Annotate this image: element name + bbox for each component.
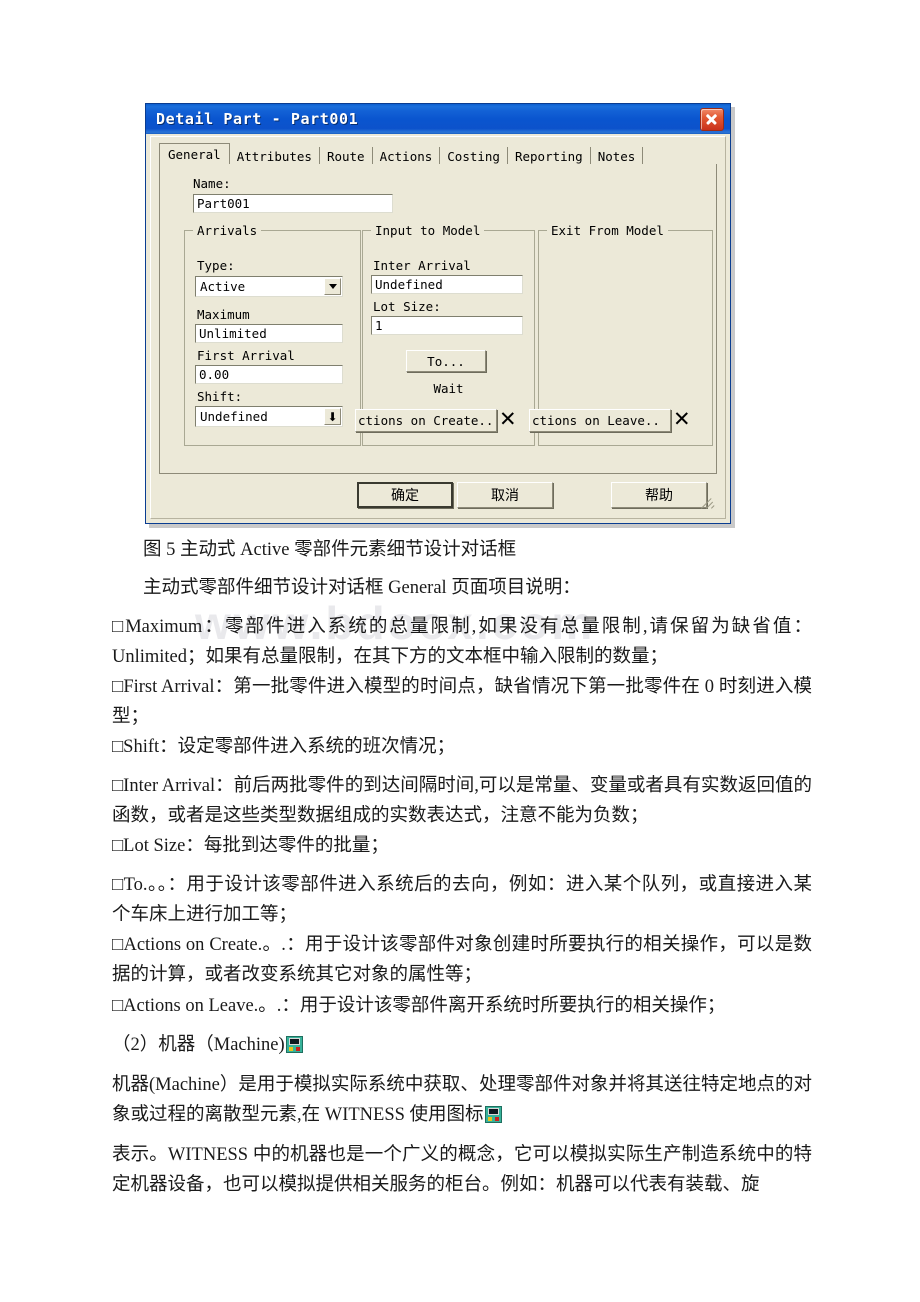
machine-icon [285, 1036, 303, 1053]
close-icon[interactable] [700, 107, 724, 131]
input-to-model-group-title: Input to Model [371, 223, 485, 238]
machine-description-part1: 机器(Machine）是用于模拟实际系统中获取、处理零部件对象并将其送往特定地点… [112, 1070, 812, 1130]
shift-dropdown[interactable]: Undefined ⬇ [195, 406, 343, 427]
item-shift: □Shift：设定零部件进入系统的班次情况； [112, 737, 456, 757]
wait-label: Wait [433, 381, 464, 396]
dialog-title: Detail Part - Part001 [156, 110, 359, 128]
dialog-body: General Attributes Route Actions Costing… [150, 136, 726, 519]
item-actions-on-leave: □Actions on Leave.。.：用于设计该零部件离开系统时所要执行的相… [112, 996, 726, 1016]
section-intro: 主动式零部件细节设计对话框 General 页面项目说明： [143, 578, 581, 598]
name-input[interactable]: Part001 [193, 194, 393, 213]
item-first-arrival: □First Arrival：第一批零件进入模型的时间点，缺省情况下第一批零件在… [112, 677, 812, 727]
resize-grip[interactable] [701, 495, 715, 509]
detail-part-dialog: Detail Part - Part001 General Attributes… [145, 103, 731, 524]
item-lot-size: □Lot Size：每批到达零件的批量； [112, 836, 389, 856]
exit-from-model-group-title: Exit From Model [547, 223, 668, 238]
first-arrival-input[interactable]: 0.00 [195, 365, 343, 384]
machine-heading: （2）机器（Machine) [112, 1030, 812, 1060]
clear-actions-on-leave-icon[interactable]: ✕ [673, 409, 691, 430]
tab-general[interactable]: General [159, 143, 230, 166]
cancel-button[interactable]: 取消 [457, 482, 553, 508]
maximum-label: Maximum [197, 307, 250, 322]
arrivals-group-title: Arrivals [193, 223, 262, 238]
item-maximum: □Maximum：零部件进入系统的总量限制,如果没有总量限制,请保留为缺省值：U… [112, 617, 812, 667]
machine-description-text: 机器(Machine）是用于模拟实际系统中获取、处理零部件对象并将其送往特定地点… [112, 1075, 812, 1125]
dialog-button-row: 确定 取消 帮助 [159, 482, 717, 510]
to-button[interactable]: To... [406, 350, 486, 372]
arrivals-group: Arrivals Type: Active Maximum Unlimited … [184, 223, 361, 446]
lot-size-input[interactable]: 1 [371, 316, 523, 335]
chevron-down-icon[interactable] [324, 278, 341, 295]
actions-on-leave-button[interactable]: ctions on Leave.. [529, 409, 671, 432]
actions-on-create-button[interactable]: ctions on Create.. [355, 409, 497, 432]
maximum-input[interactable]: Unlimited [195, 324, 343, 343]
clear-actions-on-create-icon[interactable]: ✕ [499, 409, 517, 430]
shift-value: Undefined [200, 409, 268, 424]
exit-from-model-group: Exit From Model ctions on Leave.. ✕ [529, 223, 713, 446]
inter-arrival-input[interactable]: Undefined [371, 275, 523, 294]
inter-arrival-label: Inter Arrival [373, 258, 471, 273]
shift-label: Shift: [197, 389, 243, 404]
machine-heading-text: （2）机器（Machine) [112, 1035, 285, 1055]
arrow-down-icon[interactable]: ⬇ [324, 408, 341, 425]
general-tab-page: Name: Part001 Arrivals Type: Active Maxi… [159, 164, 717, 474]
name-label: Name: [193, 176, 231, 191]
item-to: □To.。。：用于设计该零部件进入系统后的去向，例如：进入某个队列，或直接进入某… [112, 875, 812, 925]
figure-caption: 图 5 主动式 Active 零部件元素细节设计对话框 [143, 540, 517, 560]
type-value: Active [200, 279, 246, 294]
item-inter-arrival: □Inter Arrival：前后两批零件的到达间隔时间,可以是常量、变量或者具… [112, 776, 812, 826]
type-label: Type: [197, 258, 235, 273]
item-actions-on-create: □Actions on Create.。.：用于设计该零部件对象创建时所要执行的… [112, 935, 812, 985]
help-button[interactable]: 帮助 [611, 482, 707, 508]
first-arrival-label: First Arrival [197, 348, 295, 363]
type-dropdown[interactable]: Active [195, 276, 343, 297]
lot-size-label: Lot Size: [373, 299, 441, 314]
dialog-titlebar[interactable]: Detail Part - Part001 [146, 104, 730, 134]
machine-description-part2: 表示。WITNESS 中的机器也是一个广义的概念，它可以模拟实际生产制造系统中的… [112, 1145, 812, 1195]
machine-icon [484, 1106, 502, 1123]
ok-button[interactable]: 确定 [357, 482, 453, 508]
input-to-model-group: Input to Model Inter Arrival Undefined L… [355, 223, 535, 446]
tabstrip: General Attributes Route Actions Costing… [159, 143, 717, 166]
